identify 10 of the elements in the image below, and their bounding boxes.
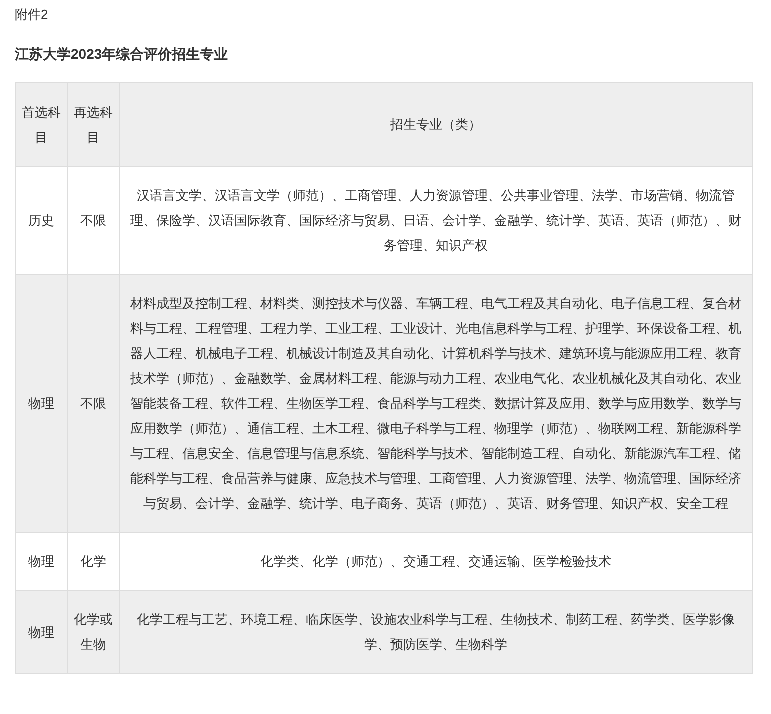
table-cell: 物理 [16, 590, 68, 674]
page-title: 江苏大学2023年综合评价招生专业 [15, 45, 228, 64]
attachment-label: 附件2 [15, 6, 48, 24]
column-header: 首选科目 [16, 82, 68, 166]
table-cell: 不限 [68, 274, 120, 532]
table-cell: 化学工程与工艺、环境工程、临床医学、设施农业科学与工程、生物技术、制药工程、药学类、医学影像学、预防医学、生物科学 [120, 590, 752, 674]
table-cell: 化学或生物 [68, 590, 120, 674]
column-header: 招生专业（类） [120, 82, 752, 166]
table-cell: 物理 [16, 274, 68, 532]
table-cell: 历史 [16, 166, 68, 274]
